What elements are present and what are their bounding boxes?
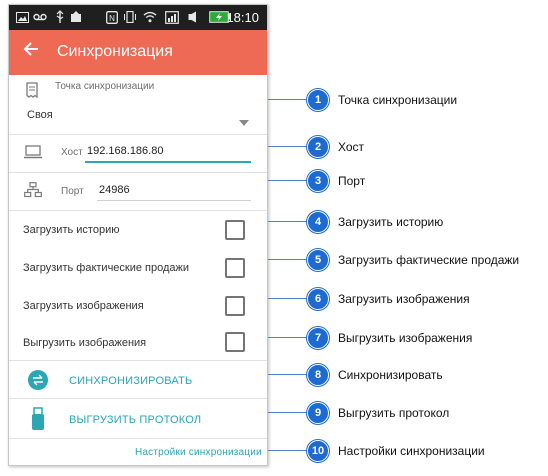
host-input[interactable]: 192.168.186.80 <box>87 145 163 157</box>
host-row: Хост 192.168.186.80 <box>9 135 267 173</box>
callout-text: Выгрузить протокол <box>338 406 450 420</box>
callout-text: Хост <box>338 140 365 154</box>
sync-settings-link[interactable]: Настройки синхронизации <box>135 447 262 458</box>
checkbox-label-sales: Загрузить фактические продажи <box>23 262 190 274</box>
callout-text: Загрузить изображения <box>338 292 470 306</box>
callout-text: Синхронизировать <box>338 368 443 382</box>
callout-8: 8 Синхронизировать <box>268 364 548 386</box>
port-label: Порт <box>61 186 84 197</box>
status-bar: N 18:10 <box>9 5 267 30</box>
sync-point-label: Точка синхронизации <box>55 81 155 92</box>
checkbox-label-upload-images: Выгрузить изображения <box>23 337 147 349</box>
signal-icon <box>165 10 179 24</box>
vibrate-icon <box>123 10 137 24</box>
callout-number: 1 <box>307 89 329 111</box>
image-icon <box>15 10 29 24</box>
callout-3: 3 Порт <box>268 170 548 192</box>
checkbox-history[interactable] <box>225 220 245 240</box>
callout-number: 9 <box>307 402 329 424</box>
sync-point-row: Точка синхронизации Своя <box>9 75 267 135</box>
mute-icon <box>187 10 201 24</box>
callout-number: 2 <box>307 136 329 158</box>
nfc-icon: N <box>105 10 119 24</box>
checkbox-row-upload-images: Выгрузить изображения <box>9 325 267 361</box>
callout-number: 5 <box>307 249 329 271</box>
callout-number: 10 <box>307 440 329 462</box>
checkbox-sales[interactable] <box>225 258 245 278</box>
callout-text: Настройки синхронизации <box>338 444 485 458</box>
dropdown-triangle-icon <box>239 113 249 131</box>
app-bar: Синхронизация <box>9 30 267 75</box>
upload-protocol-button[interactable]: ВЫГРУЗИТЬ ПРОТОКОЛ <box>9 399 267 439</box>
callout-text: Точка синхронизации <box>338 93 458 107</box>
checkbox-load-images[interactable] <box>225 296 245 316</box>
checkbox-row-load-images: Загрузить изображения <box>9 287 267 325</box>
port-input[interactable]: 24986 <box>99 184 130 196</box>
host-input-underline <box>85 161 251 163</box>
callout-number: 6 <box>307 288 329 310</box>
sync-button[interactable]: СИНХРОНИЗИРОВАТЬ <box>9 361 267 399</box>
callout-4: 4 Загрузить историю <box>268 211 548 233</box>
phone-screen: N 18:10 Синхронизация Точка синхронизаци… <box>8 4 268 466</box>
sync-point-dropdown[interactable]: Своя <box>23 105 251 127</box>
checkbox-upload-images[interactable] <box>225 332 245 352</box>
svg-text:N: N <box>109 14 115 23</box>
checkbox-label-history: Загрузить историю <box>23 224 120 236</box>
status-time: 18:10 <box>226 10 259 25</box>
callout-6: 6 Загрузить изображения <box>268 288 548 310</box>
sync-button-label: СИНХРОНИЗИРОВАТЬ <box>69 375 193 387</box>
host-label: Хост <box>61 147 83 158</box>
callouts: 1 Точка синхронизации 2 Хост 3 Порт 4 За… <box>268 0 548 476</box>
callout-10: 10 Настройки синхронизации <box>268 440 548 462</box>
callout-text: Загрузить фактические продажи <box>338 253 520 267</box>
usb-stick-icon <box>31 407 45 436</box>
callout-9: 9 Выгрузить протокол <box>268 402 548 424</box>
callout-text: Загрузить историю <box>338 215 444 229</box>
sync-icon <box>27 369 49 396</box>
port-row: Порт 24986 <box>9 173 267 211</box>
upload-icon <box>69 10 83 24</box>
upload-protocol-button-label: ВЫГРУЗИТЬ ПРОТОКОЛ <box>69 414 202 426</box>
wifi-icon <box>143 10 157 24</box>
callout-text: Порт <box>338 174 366 188</box>
callout-5: 5 Загрузить фактические продажи <box>268 249 548 271</box>
callout-2: 2 Хост <box>268 136 548 158</box>
network-icon <box>24 182 42 203</box>
callout-7: 7 Выгрузить изображения <box>268 327 548 349</box>
callout-number: 3 <box>307 170 329 192</box>
checkbox-row-sales: Загрузить фактические продажи <box>9 249 267 287</box>
callout-number: 4 <box>307 211 329 233</box>
voicemail-icon <box>33 10 47 24</box>
arrow-left-icon[interactable] <box>23 40 39 63</box>
computer-icon <box>24 145 42 164</box>
checkbox-row-history: Загрузить историю <box>9 211 267 249</box>
sync-point-value: Своя <box>27 109 53 121</box>
callout-text: Выгрузить изображения <box>338 331 473 345</box>
page-title: Синхронизация <box>57 43 173 60</box>
callout-number: 8 <box>307 364 329 386</box>
usb-icon <box>53 10 67 24</box>
checkbox-label-load-images: Загрузить изображения <box>23 300 144 312</box>
callout-1: 1 Точка синхронизации <box>268 89 548 111</box>
port-input-underline <box>97 200 251 201</box>
callout-number: 7 <box>307 327 329 349</box>
receipt-icon <box>25 82 39 103</box>
